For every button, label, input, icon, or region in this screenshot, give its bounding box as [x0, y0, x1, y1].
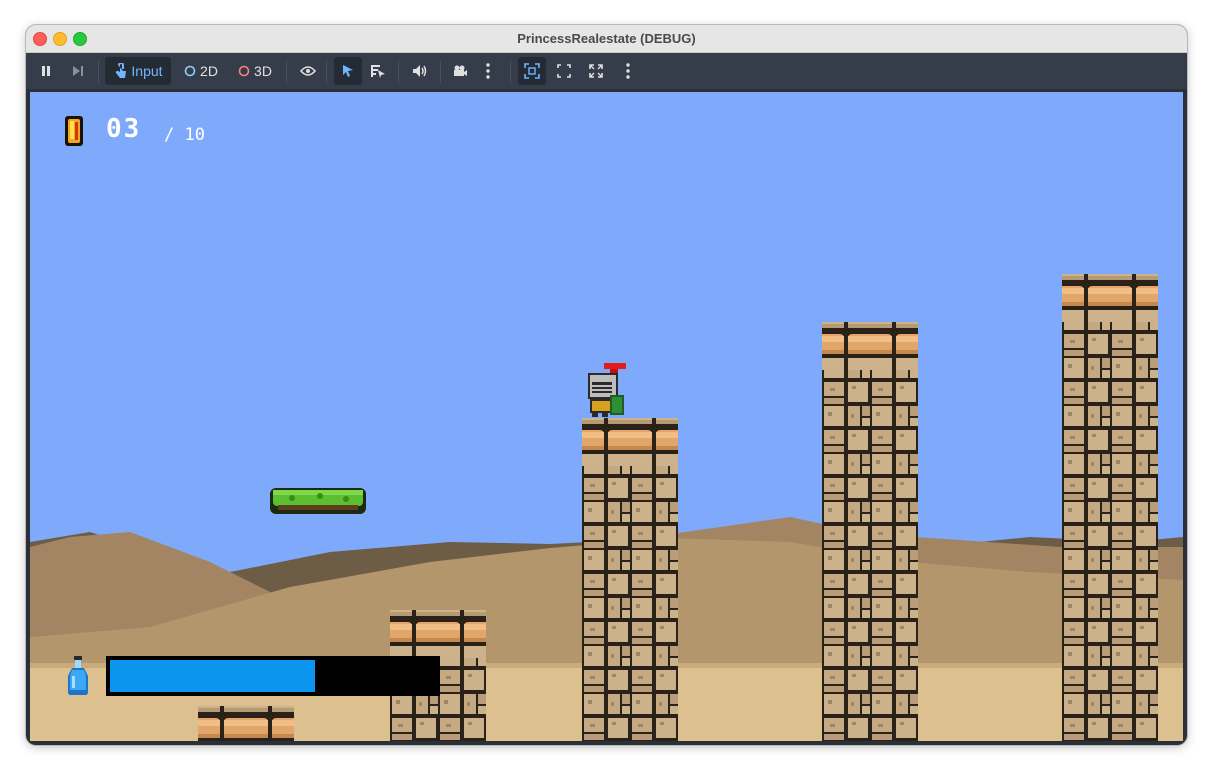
window-title: PrincessRealestate (DEBUG) [517, 31, 696, 46]
game-scene [30, 92, 1183, 741]
eye-icon [300, 66, 316, 76]
input-mode-button[interactable]: Input [105, 57, 171, 85]
focus-frame-icon [524, 63, 540, 79]
toolbar-separator [440, 61, 441, 83]
camera-button[interactable] [448, 57, 472, 85]
stone-pillar [582, 418, 678, 466]
list-cursor-icon [371, 65, 385, 78]
pause-button[interactable] [34, 57, 58, 85]
step-frame-button[interactable] [66, 57, 90, 85]
fullscreen-button[interactable] [584, 57, 608, 85]
grass-platform [270, 488, 366, 514]
toolbar-separator [98, 61, 99, 83]
debug-toolbar: Input 2D 3D [26, 53, 1187, 89]
game-window: PrincessRealestate (DEBUG) Input 2D 3D 0… [26, 25, 1187, 745]
potion-bottle-icon [68, 656, 88, 695]
embed-focus-button[interactable] [518, 57, 546, 85]
coin-icon [65, 116, 83, 146]
kebab-menu-icon [486, 63, 490, 79]
mode-2d-label: 2D [200, 63, 218, 79]
coin-count: 03 [106, 114, 142, 144]
title-bar: PrincessRealestate (DEBUG) [26, 25, 1187, 53]
stone-pillar [390, 610, 486, 658]
toolbar-separator [326, 61, 327, 83]
list-select-button[interactable] [366, 57, 390, 85]
pause-icon [42, 66, 50, 76]
stone-pillar [1062, 274, 1158, 322]
mode-2d-button[interactable]: 2D [179, 57, 223, 85]
health-bar-fill [110, 660, 315, 692]
expand-icon [589, 64, 603, 78]
coin-total: / 10 [164, 125, 205, 145]
cursor-arrow-icon [343, 65, 353, 77]
2d-circle-icon [184, 65, 196, 77]
frame-corners-icon [557, 64, 571, 78]
toolbar-separator [286, 61, 287, 83]
mode-3d-button[interactable]: 3D [233, 57, 277, 85]
kebab-menu-icon [626, 63, 630, 79]
audio-button[interactable] [408, 57, 432, 85]
stone-pillar [198, 706, 294, 741]
health-bar [106, 656, 440, 696]
toolbar-separator [398, 61, 399, 83]
toolbar-separator [510, 61, 511, 83]
step-forward-icon [73, 66, 83, 76]
visibility-button[interactable] [296, 57, 320, 85]
speaker-icon [413, 65, 427, 77]
camera-icon [454, 65, 467, 76]
keep-aspect-button[interactable] [552, 57, 576, 85]
stone-pillar [822, 322, 918, 370]
input-mode-label: Input [131, 63, 163, 79]
game-viewport[interactable]: 03 / 10 [30, 92, 1183, 741]
mode-3d-label: 3D [254, 63, 272, 79]
view-menu-button[interactable] [620, 57, 636, 85]
3d-circle-icon [238, 65, 250, 77]
camera-menu-button[interactable] [480, 57, 496, 85]
input-icon [116, 63, 127, 78]
select-tool-button[interactable] [334, 57, 362, 85]
